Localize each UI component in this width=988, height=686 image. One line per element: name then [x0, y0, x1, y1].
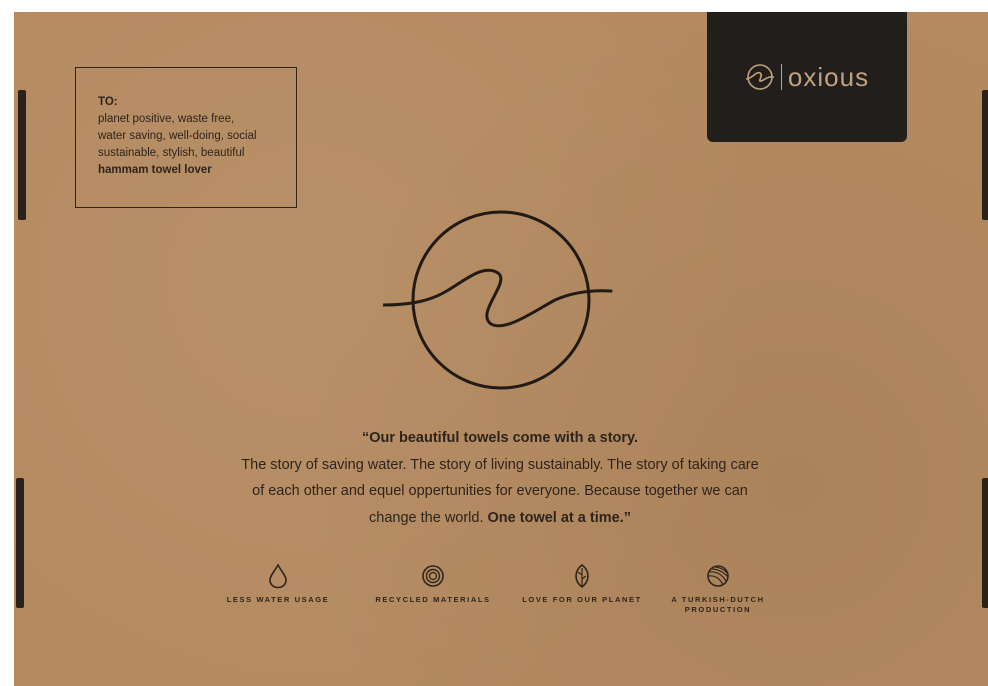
box-slot-left-top: [18, 90, 26, 220]
recycle-circle-icon: [422, 565, 444, 587]
leaf-icon: [575, 563, 589, 589]
box-slot-right-top: [982, 90, 988, 220]
brand-name: oxious: [787, 61, 870, 92]
box-slot-left-bottom: [16, 478, 24, 608]
feature-label: LESS WATER USAGE: [226, 595, 330, 604]
address-line: planet positive, waste free,: [98, 113, 235, 125]
yarn-ball-icon: [707, 565, 729, 587]
story-line: of each other and equel oppertunities fo…: [252, 483, 748, 499]
wave-circle-icon: [745, 64, 775, 90]
story-line: change the world. One towel at a time.”: [180, 505, 820, 532]
story-line: The story of saving water. The story of …: [241, 456, 759, 473]
feature-label: LOVE FOR OUR PLANET: [522, 595, 642, 604]
wave-circle-logo-icon: [383, 210, 613, 390]
address-label: TO: planet positive, waste free, water s…: [75, 67, 297, 208]
address-line: water saving, well-doing, social: [98, 130, 257, 142]
brand-tag: oxious: [707, 12, 907, 142]
address-to: TO:: [98, 96, 118, 108]
water-drop-icon: [269, 563, 287, 589]
feature-recycled: RECYCLED MATERIALS: [373, 563, 493, 605]
story-emphasis: One towel at a time.”: [487, 509, 631, 526]
brand-divider: [780, 64, 782, 90]
feature-planet: LOVE FOR OUR PLANET: [522, 563, 642, 605]
feature-less-water: LESS WATER USAGE: [218, 563, 338, 605]
feature-production: A TURKISH-DUTCH PRODUCTION: [658, 563, 778, 615]
address-line: sustainable, stylish, beautiful: [98, 147, 245, 159]
story-line-start: change the world.: [369, 509, 484, 526]
box-slot-right-bottom: [982, 478, 988, 608]
feature-label: RECYCLED MATERIALS: [375, 595, 491, 604]
story-headline: “Our beautiful towels come with a story.: [361, 430, 639, 446]
feature-label: A TURKISH-DUTCH PRODUCTION: [671, 595, 765, 614]
address-emphasis: hammam towel lover: [98, 164, 212, 176]
story-text: “Our beautiful towels come with a story.…: [180, 425, 820, 531]
